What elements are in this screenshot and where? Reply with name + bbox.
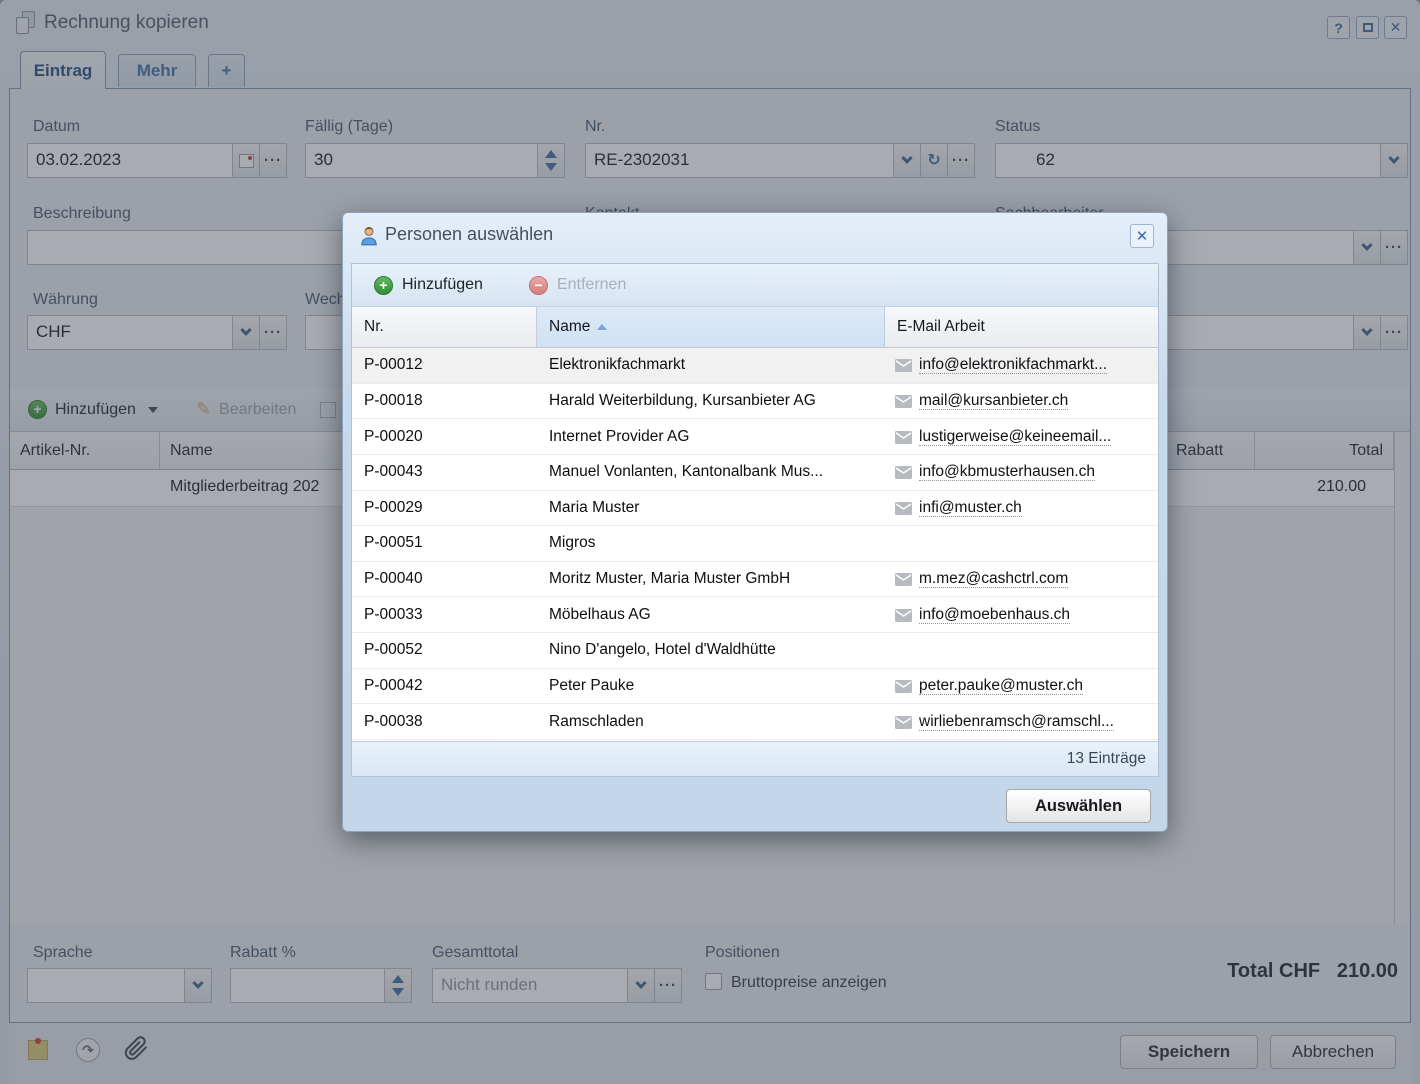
person-row[interactable]: P-00043 Manuel Vonlanten, Kantonalbank M… bbox=[352, 455, 1158, 491]
persons-grid-header: Nr. Name E-Mail Arbeit bbox=[352, 307, 1158, 348]
auswaehlen-button[interactable]: Auswählen bbox=[1006, 789, 1151, 823]
remove-icon: − bbox=[529, 276, 548, 295]
personen-auswaehlen-dialog: Personen auswählen ✕ + Hinzufügen − Entf… bbox=[342, 212, 1168, 832]
persons-rows: P-00012 Elektronikfachmarkt info@elektro… bbox=[352, 348, 1158, 740]
email-link[interactable]: infi@muster.ch bbox=[919, 499, 1022, 517]
email-link[interactable]: info@moebenhaus.ch bbox=[919, 606, 1070, 624]
person-row[interactable]: P-00051 Migros bbox=[352, 526, 1158, 562]
email-link[interactable]: mail@kursanbieter.ch bbox=[919, 392, 1068, 410]
dialog-title: Personen auswählen bbox=[385, 224, 553, 245]
person-row[interactable]: P-00020 Internet Provider AG lustigerwei… bbox=[352, 419, 1158, 455]
person-row[interactable]: P-00033 Möbelhaus AG info@moebenhaus.ch bbox=[352, 597, 1158, 633]
envelope-icon bbox=[895, 609, 912, 622]
persons-grid-panel: + Hinzufügen − Entfernen Nr. Name E-Mail… bbox=[351, 263, 1159, 777]
envelope-icon bbox=[895, 431, 912, 444]
envelope-icon bbox=[895, 359, 912, 372]
sort-ascending-icon bbox=[597, 324, 607, 330]
email-link[interactable]: peter.pauke@muster.ch bbox=[919, 677, 1083, 695]
person-row[interactable]: P-00040 Moritz Muster, Maria Muster GmbH… bbox=[352, 562, 1158, 598]
person-row[interactable]: P-00018 Harald Weiterbildung, Kursanbiet… bbox=[352, 384, 1158, 420]
persons-remove-button[interactable]: − Entfernen bbox=[515, 270, 640, 301]
column-header-name[interactable]: Name bbox=[537, 307, 885, 347]
envelope-icon bbox=[895, 395, 912, 408]
entries-count-bar: 13 Einträge bbox=[352, 741, 1158, 776]
person-row[interactable]: P-00029 Maria Muster infi@muster.ch bbox=[352, 491, 1158, 527]
person-row[interactable]: P-00042 Peter Pauke peter.pauke@muster.c… bbox=[352, 669, 1158, 705]
email-link[interactable]: wirliebenramsch@ramschl... bbox=[919, 713, 1114, 731]
email-link[interactable]: lustigerweise@keineemail... bbox=[919, 428, 1111, 446]
envelope-icon bbox=[895, 680, 912, 693]
person-row[interactable]: P-00052 Nino D'angelo, Hotel d'Waldhütte bbox=[352, 633, 1158, 669]
column-header-email[interactable]: E-Mail Arbeit bbox=[885, 307, 1158, 347]
persons-add-button[interactable]: + Hinzufügen bbox=[360, 270, 497, 301]
column-header-nr[interactable]: Nr. bbox=[352, 307, 537, 347]
email-link[interactable]: info@elektronikfachmarkt... bbox=[919, 356, 1107, 374]
dialog-close-button[interactable]: ✕ bbox=[1130, 224, 1154, 248]
app-window: Rechnung kopieren ? ✕ Eintrag Mehr + Dat… bbox=[0, 0, 1420, 1084]
person-row[interactable]: P-00012 Elektronikfachmarkt info@elektro… bbox=[352, 348, 1158, 384]
persons-toolbar: + Hinzufügen − Entfernen bbox=[352, 264, 1158, 307]
envelope-icon bbox=[895, 573, 912, 586]
person-row[interactable]: P-00038 Ramschladen wirliebenramsch@rams… bbox=[352, 704, 1158, 740]
add-icon: + bbox=[374, 276, 393, 295]
envelope-icon bbox=[895, 502, 912, 515]
envelope-icon bbox=[895, 716, 912, 729]
email-link[interactable]: info@kbmusterhausen.ch bbox=[919, 463, 1095, 481]
person-icon bbox=[358, 225, 380, 247]
email-link[interactable]: m.mez@cashctrl.com bbox=[919, 570, 1068, 588]
envelope-icon bbox=[895, 466, 912, 479]
